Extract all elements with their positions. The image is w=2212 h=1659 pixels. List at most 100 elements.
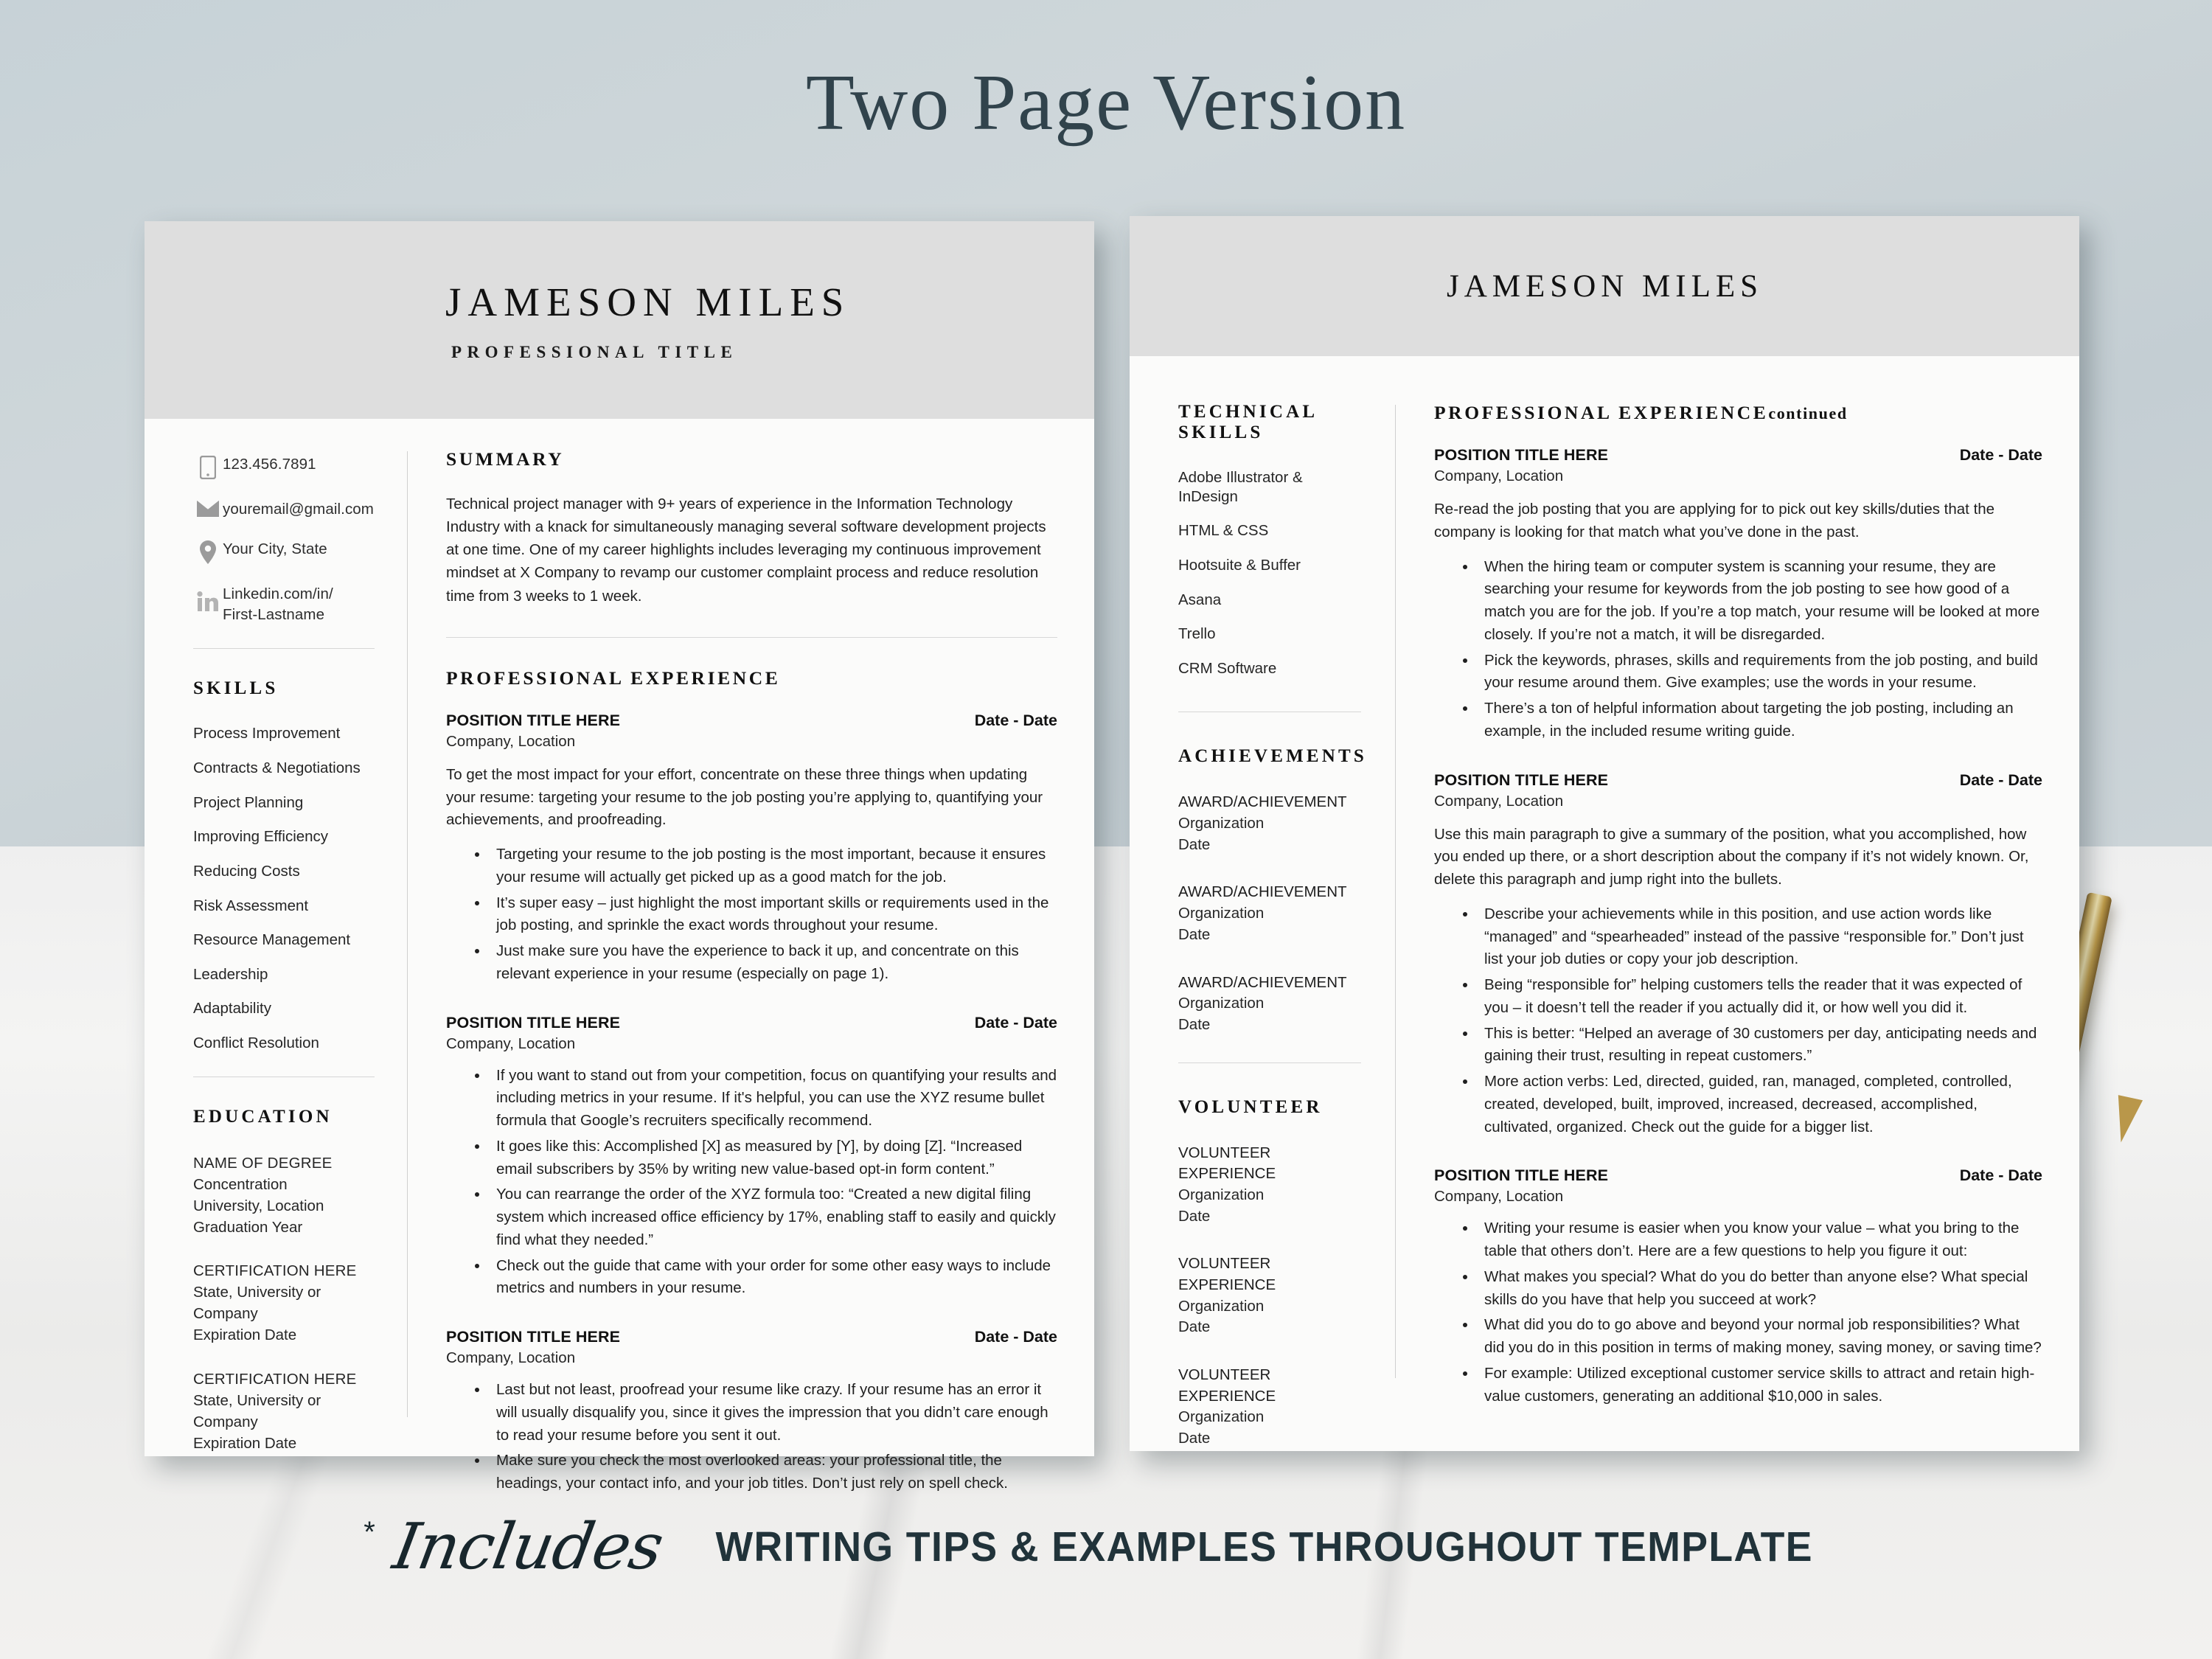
volunteer-title: VOLUNTEER EXPERIENCE xyxy=(1178,1255,1276,1293)
skill-item: Risk Assessment xyxy=(193,897,309,914)
page1-person-name: JAMESON MILES xyxy=(445,279,851,324)
job-bullet-list: When the hiring team or computer system … xyxy=(1434,556,2042,743)
location-pin-icon xyxy=(193,539,223,565)
job-paragraph: Use this main paragraph to give a summar… xyxy=(1434,825,2029,888)
education-section: EDUCATION NAME OF DEGREE Concentration U… xyxy=(193,1107,375,1454)
technical-skills-heading: TECHNICAL SKILLS xyxy=(1178,402,1317,442)
certification-expiration: Expiration Date xyxy=(193,1326,297,1344)
volunteer-entry: VOLUNTEER EXPERIENCE Organization Date xyxy=(1178,1365,1361,1450)
technical-skill-item: HTML & CSS xyxy=(1178,522,1269,540)
technical-skill-item: Trello xyxy=(1178,625,1216,643)
skill-item: Conflict Resolution xyxy=(193,1034,319,1052)
technical-skill-item: Adobe Illustrator & InDesign xyxy=(1178,469,1303,505)
achievement-org: Organization xyxy=(1178,995,1265,1012)
volunteer-entry: VOLUNTEER EXPERIENCE Organization Date xyxy=(1178,1253,1361,1338)
job-bullet: It’s super easy – just highlight the mos… xyxy=(489,892,1057,938)
certification-expiration: Expiration Date xyxy=(193,1434,297,1452)
skills-heading: SKILLS xyxy=(193,678,279,699)
technical-skills-section: TECHNICAL SKILLS Adobe Illustrator & InD… xyxy=(1178,402,1361,678)
job-bullet: Make sure you check the most overlooked … xyxy=(489,1450,1057,1495)
certification-title: CERTIFICATION HERE xyxy=(193,1262,357,1280)
job-bullet: Pick the keywords, phrases, skills and r… xyxy=(1477,650,2042,695)
job-date: Date - Date xyxy=(974,1328,1057,1346)
job-title: POSITION TITLE HERE xyxy=(1434,771,1609,789)
skill-item: Resource Management xyxy=(193,931,351,949)
resume-page-2: JAMESON MILES TECHNICAL SKILLS Adobe Ill… xyxy=(1130,216,2079,1451)
certification-title: CERTIFICATION HERE xyxy=(193,1370,357,1388)
achievement-title: AWARD/ACHIEVEMENT xyxy=(1178,883,1347,901)
volunteer-entry: VOLUNTEER EXPERIENCE Organization Date xyxy=(1178,1143,1361,1228)
job-title: POSITION TITLE HERE xyxy=(446,1013,621,1032)
job-company: Company, Location xyxy=(1434,1188,1564,1206)
page2-person-name: JAMESON MILES xyxy=(1447,268,1764,304)
education-year: Graduation Year xyxy=(193,1218,303,1236)
sidebar-divider-2 xyxy=(1178,1062,1361,1063)
page2-sidebar: TECHNICAL SKILLS Adobe Illustrator & InD… xyxy=(1130,402,1395,1476)
summary-heading: SUMMARY xyxy=(446,448,565,470)
volunteer-title: VOLUNTEER EXPERIENCE xyxy=(1178,1144,1276,1183)
job-bullet: This is better: “Helped an average of 30… xyxy=(1477,1023,2042,1068)
job-company: Company, Location xyxy=(446,1034,576,1052)
job-bullet-list: Describe your achievements while in this… xyxy=(1434,903,2042,1139)
job-bullet: When the hiring team or computer system … xyxy=(1477,556,2042,647)
achievement-date: Date xyxy=(1178,835,1211,853)
achievement-entry: AWARD/ACHIEVEMENT Organization Date xyxy=(1178,792,1361,855)
job-bullet: Check out the guide that came with your … xyxy=(489,1255,1057,1301)
job-bullet: What makes you special? What do you do b… xyxy=(1477,1266,2042,1312)
job-title: POSITION TITLE HERE xyxy=(446,711,621,729)
page1-person-title: PROFESSIONAL TITLE xyxy=(451,342,738,361)
education-university: University, Location xyxy=(193,1197,324,1214)
achievements-section: ACHIEVEMENTS AWARD/ACHIEVEMENT Organizat… xyxy=(1178,746,1367,1035)
page1-main-column: SUMMARY Technical project manager with 9… xyxy=(408,448,1094,1523)
job-entry: POSITION TITLE HERE Date - Date Company,… xyxy=(446,1014,1057,1301)
achievement-date: Date xyxy=(1178,925,1211,943)
contact-row-location: Your City, State xyxy=(193,539,375,565)
contact-row-email: youremail@gmail.com xyxy=(193,499,375,519)
job-company: Company, Location xyxy=(446,1349,576,1367)
job-bullet-list: Writing your resume is easier when you k… xyxy=(1434,1217,2042,1408)
skill-item: Reducing Costs xyxy=(193,862,300,880)
technical-skill-item: Hootsuite & Buffer xyxy=(1178,556,1301,574)
experience-heading-text: PROFESSIONAL EXPERIENCE xyxy=(1434,402,1769,423)
job-entry: POSITION TITLE HERE Date - Date Company,… xyxy=(1434,771,2042,1139)
skill-item: Project Planning xyxy=(193,793,304,811)
job-entry: POSITION TITLE HERE Date - Date Company,… xyxy=(446,1328,1057,1495)
contact-linkedin-text: Linkedin.com/in/ First-Lastname xyxy=(223,585,333,623)
job-title: POSITION TITLE HERE xyxy=(1434,446,1609,464)
caption-main-text: WRITING TIPS & EXAMPLES THROUGHOUT TEMPL… xyxy=(715,1523,1814,1571)
sidebar-divider-1 xyxy=(193,648,375,650)
achievements-heading: ACHIEVEMENTS xyxy=(1178,746,1367,767)
contact-row-linkedin: Linkedin.com/in/ First-Lastname xyxy=(193,584,375,625)
job-date: Date - Date xyxy=(1959,446,2042,464)
job-entry: POSITION TITLE HERE Date - Date Company,… xyxy=(446,712,1057,986)
volunteer-section: VOLUNTEER VOLUNTEER EXPERIENCE Organizat… xyxy=(1178,1097,1361,1450)
skill-item: Adaptability xyxy=(193,1000,271,1018)
phone-icon xyxy=(193,454,223,479)
job-date: Date - Date xyxy=(1959,1166,2042,1185)
volunteer-date: Date xyxy=(1178,1207,1211,1225)
experience-continued-heading: PROFESSIONAL EXPERIENCEcontinued xyxy=(1434,402,2042,424)
job-entry: POSITION TITLE HERE Date - Date Company,… xyxy=(1434,446,2042,743)
skill-item: Improving Efficiency xyxy=(193,828,329,846)
page2-header-band: JAMESON MILES xyxy=(1130,216,2079,356)
banner-title: Two Page Version xyxy=(805,59,1407,147)
job-title: POSITION TITLE HERE xyxy=(1434,1166,1609,1185)
job-paragraph: To get the most impact for your effort, … xyxy=(446,765,1043,829)
job-bullet: More action verbs: Led, directed, guided… xyxy=(1477,1071,2042,1138)
page1-header-band: JAMESON MILES PROFESSIONAL TITLE xyxy=(145,221,1094,419)
certification-entry: CERTIFICATION HERE State, University or … xyxy=(193,1368,375,1454)
achievement-title: AWARD/ACHIEVEMENT xyxy=(1178,793,1347,811)
technical-skill-item: Asana xyxy=(1178,591,1222,608)
certification-issuer: State, University or Company xyxy=(193,1284,321,1323)
contact-phone-text: 123.456.7891 xyxy=(223,456,316,473)
experience-heading-suffix: continued xyxy=(1768,404,1848,422)
linkedin-icon xyxy=(193,584,223,612)
bottom-caption: * Includes WRITING TIPS & EXAMPLES THROU… xyxy=(0,1510,2212,1584)
contact-row-phone: 123.456.7891 xyxy=(193,454,375,479)
experience-heading: PROFESSIONAL EXPERIENCE xyxy=(446,667,781,689)
volunteer-date: Date xyxy=(1178,1318,1211,1336)
skill-item: Process Improvement xyxy=(193,725,341,742)
job-company: Company, Location xyxy=(446,732,576,750)
job-bullet: Describe your achievements while in this… xyxy=(1477,903,2042,971)
job-bullet: For example: Utilized exceptional custom… xyxy=(1477,1363,2042,1408)
